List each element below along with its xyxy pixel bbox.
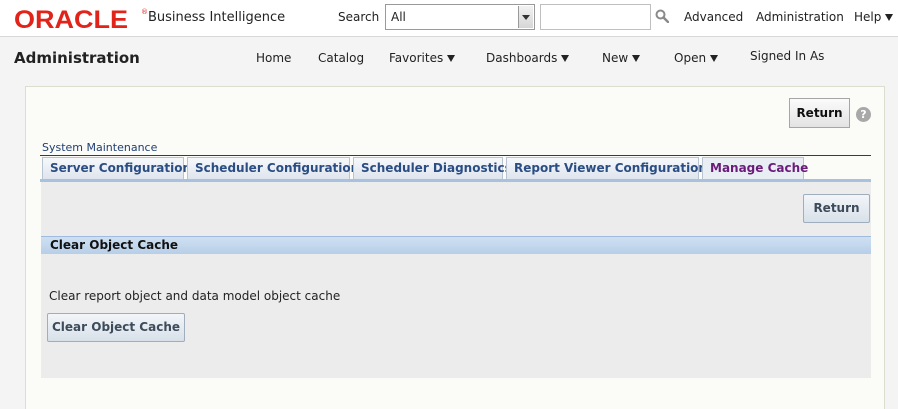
dashboards-label: Dashboards [486, 51, 558, 65]
return-button[interactable]: Return [803, 194, 870, 223]
signed-in-as[interactable]: Signed In As [750, 49, 824, 63]
tab-server-configuration[interactable]: Server Configuration [42, 157, 191, 179]
section-title: System Maintenance [42, 141, 158, 154]
help-menu[interactable]: Help [854, 10, 894, 24]
section-divider [40, 155, 871, 156]
search-scope-select[interactable]: All [385, 4, 535, 30]
caret-down-icon [632, 55, 641, 62]
caret-down-icon [447, 55, 456, 62]
favorites-label: Favorites [389, 51, 444, 65]
clear-cache-description: Clear report object and data model objec… [49, 289, 341, 303]
tab-body [41, 182, 871, 378]
search-scope-value: All [391, 10, 406, 24]
catalog-link[interactable]: Catalog [318, 51, 364, 65]
app-navbar: Administration Home Catalog Favorites Da… [0, 38, 898, 78]
tab-scheduler-configuration[interactable]: Scheduler Configuration [187, 157, 359, 179]
clear-object-cache-button[interactable]: Clear Object Cache [47, 313, 185, 342]
caret-down-icon [710, 55, 719, 62]
administration-link[interactable]: Administration [756, 10, 844, 24]
clear-cache-section-header: Clear Object Cache [41, 236, 871, 254]
return-button-top[interactable]: Return [789, 98, 850, 128]
search-label: Search [338, 10, 380, 24]
product-name: Business Intelligence [148, 10, 286, 25]
favorites-menu[interactable]: Favorites [389, 51, 456, 65]
page-title: Administration [14, 49, 140, 67]
caret-down-icon [885, 14, 894, 21]
new-menu[interactable]: New [602, 51, 641, 65]
caret-down-icon [561, 55, 570, 62]
open-menu[interactable]: Open [674, 51, 719, 65]
help-icon[interactable]: ? [856, 107, 871, 122]
advanced-link[interactable]: Advanced [684, 10, 743, 24]
dashboards-menu[interactable]: Dashboards [486, 51, 570, 65]
global-header: ORACLE ® Business Intelligence Search Al… [0, 0, 898, 37]
tab-report-viewer-configuration[interactable]: Report Viewer Configuration [506, 157, 707, 179]
help-menu-label: Help [854, 10, 882, 24]
oracle-logo[interactable]: ORACLE [14, 6, 128, 35]
home-link[interactable]: Home [256, 51, 291, 65]
registered-mark: ® [141, 8, 148, 16]
search-input[interactable] [540, 4, 651, 30]
tab-manage-cache[interactable]: Manage Cache [702, 157, 808, 179]
open-label: Open [674, 51, 707, 65]
search-icon[interactable] [655, 9, 669, 23]
dropdown-arrow-icon[interactable] [518, 6, 533, 28]
tab-scheduler-diagnostics[interactable]: Scheduler Diagnostics [353, 157, 512, 179]
new-label: New [602, 51, 629, 65]
